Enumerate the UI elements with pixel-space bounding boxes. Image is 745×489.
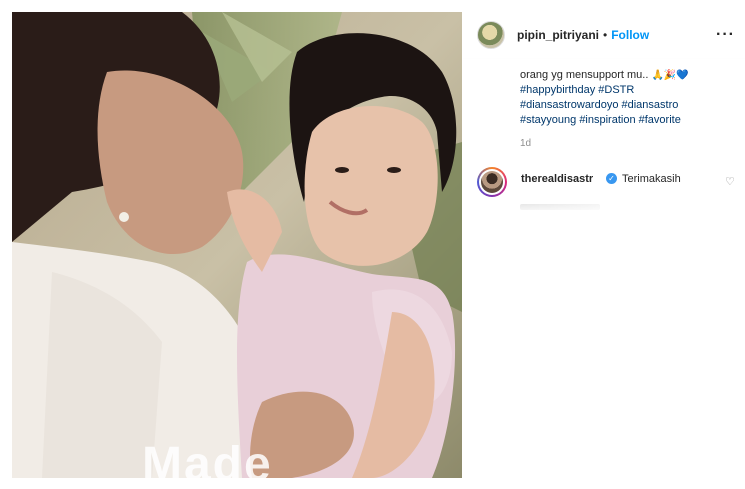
caption-hashtags-2[interactable]: #diansastrowardoyo #diansastro: [520, 98, 735, 113]
caption-line: orang yg mensupport mu.. 🙏🎉💙: [520, 68, 735, 83]
post-photo[interactable]: Made: [12, 12, 462, 478]
like-heart-icon[interactable]: ♡: [725, 177, 735, 188]
author-username[interactable]: pipin_pitriyani: [517, 28, 599, 42]
instagram-post-modal: Made pipin_pitriyani • Follow ··· orang …: [0, 0, 745, 489]
separator-dot: •: [603, 28, 608, 42]
post-timestamp[interactable]: 1d: [520, 138, 531, 149]
post-caption: orang yg mensupport mu.. 🙏🎉💙 #happybirth…: [520, 68, 735, 128]
comment-text: Terimakasih: [622, 173, 681, 185]
caption-hashtags-3[interactable]: #stayyoung #inspiration #favorite: [520, 113, 735, 128]
caption-hashtags-1[interactable]: #happybirthday #DSTR: [520, 83, 735, 98]
caption-emoji: 🙏🎉💙: [651, 70, 689, 81]
more-options-icon[interactable]: ···: [716, 26, 735, 44]
scroll-fade-bottom: [463, 198, 745, 214]
post-side-panel: pipin_pitriyani • Follow ··· orang yg me…: [463, 12, 745, 478]
commenter-avatar[interactable]: [477, 167, 507, 197]
scroll-fade-top: [463, 58, 745, 68]
avatar-image: [481, 171, 503, 193]
follow-button[interactable]: Follow: [611, 28, 649, 42]
author-avatar[interactable]: [477, 21, 505, 49]
caption-text: orang yg mensupport mu..: [520, 69, 649, 81]
avatar-inner: [479, 169, 505, 195]
post-header: pipin_pitriyani • Follow ···: [463, 12, 745, 59]
commenter-username[interactable]: therealdisastr: [521, 173, 593, 185]
post-image: [12, 12, 462, 478]
photo-watermark: Made: [142, 438, 273, 478]
verified-badge-icon: ✓: [606, 173, 617, 184]
